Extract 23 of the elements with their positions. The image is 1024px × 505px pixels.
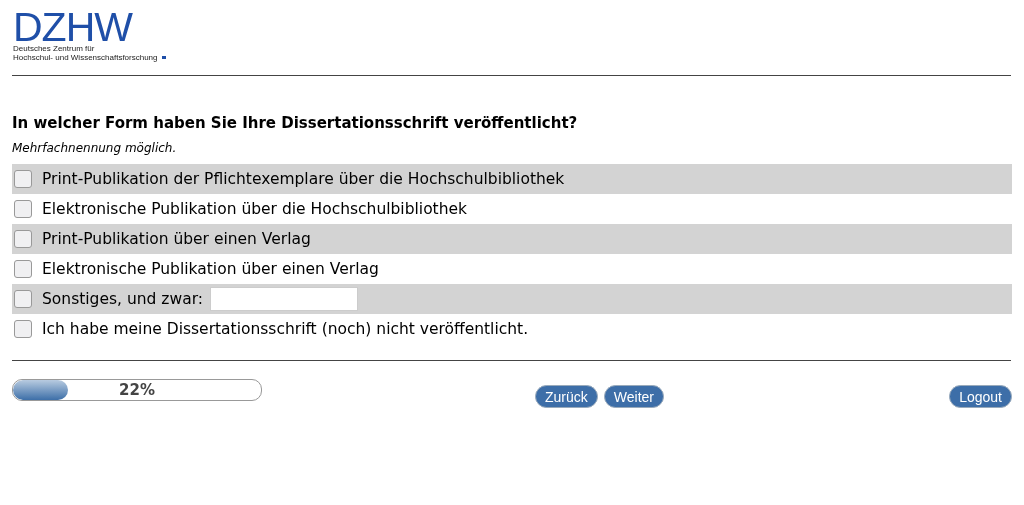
question-hint: Mehrfachnennung möglich.	[12, 141, 178, 155]
checkbox[interactable]	[14, 230, 32, 248]
nav-button[interactable]: Zurück	[535, 385, 598, 408]
checkbox[interactable]	[14, 320, 32, 338]
option-label: Print-Publikation über einen Verlag	[42, 230, 311, 248]
option-label: Sonstiges, und zwar:	[42, 290, 203, 308]
logo-subtitle: Deutsches Zentrum für	[13, 44, 95, 53]
option-label: Elektronische Publikation über die Hochschulbibliothek	[42, 200, 468, 218]
checkbox[interactable]	[14, 170, 32, 188]
checkbox[interactable]	[14, 200, 32, 218]
checkbox[interactable]	[14, 260, 32, 278]
logo-subtitle: Hochschul- und Wissenschaftsforschung	[13, 53, 166, 62]
nav-button[interactable]: Weiter	[603, 385, 664, 408]
input-field[interactable]	[209, 287, 358, 311]
option-label: Elektronische Publikation über einen Verlag	[42, 260, 379, 278]
logout-button[interactable]: Logout	[949, 385, 1012, 408]
question-title: In welcher Form haben Sie Ihre Dissertationsschrift veröffentlicht?	[12, 114, 579, 132]
progress-reading: 22%	[119, 381, 155, 399]
option-label: Print-Publikation der Pflichtexemplare über die Hochschulbibliothek	[42, 170, 565, 188]
square-icon	[161, 56, 166, 59]
checkbox[interactable]	[14, 290, 32, 308]
option-label: Ich habe meine Dissertationsschrift (noch) nicht veröffentlicht.	[42, 320, 529, 338]
logo-wordmark: DZHW	[13, 10, 132, 44]
